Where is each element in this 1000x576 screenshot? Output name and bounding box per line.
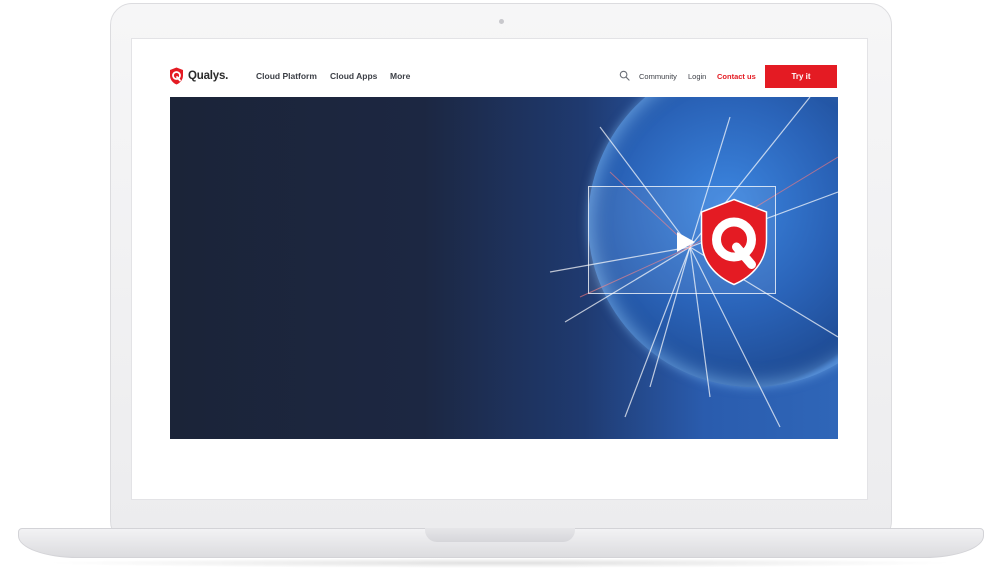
site-header: Qualys. Cloud Platform Cloud Apps More C… (132, 39, 867, 97)
qualys-logo[interactable]: Qualys. (169, 67, 228, 85)
laptop-shadow (40, 558, 960, 568)
webcam (499, 19, 504, 24)
nav-contact-us[interactable]: Contact us (717, 72, 756, 81)
browser-viewport: Qualys. Cloud Platform Cloud Apps More C… (131, 38, 868, 500)
nav-more[interactable]: More (390, 71, 410, 81)
laptop-hinge-notch (425, 528, 575, 542)
qualys-shield-icon (170, 67, 183, 85)
try-it-button[interactable]: Try it (765, 65, 837, 88)
nav-cloud-apps[interactable]: Cloud Apps (330, 71, 377, 81)
play-icon[interactable] (677, 232, 695, 252)
nav-cloud-platform[interactable]: Cloud Platform (256, 71, 317, 81)
search-icon[interactable] (619, 70, 630, 81)
qualys-shield-icon (700, 198, 768, 286)
nav-login[interactable]: Login (688, 72, 706, 81)
brand-name: Qualys. (188, 70, 229, 82)
hero-video[interactable] (170, 97, 838, 439)
nav-community[interactable]: Community (639, 72, 677, 81)
